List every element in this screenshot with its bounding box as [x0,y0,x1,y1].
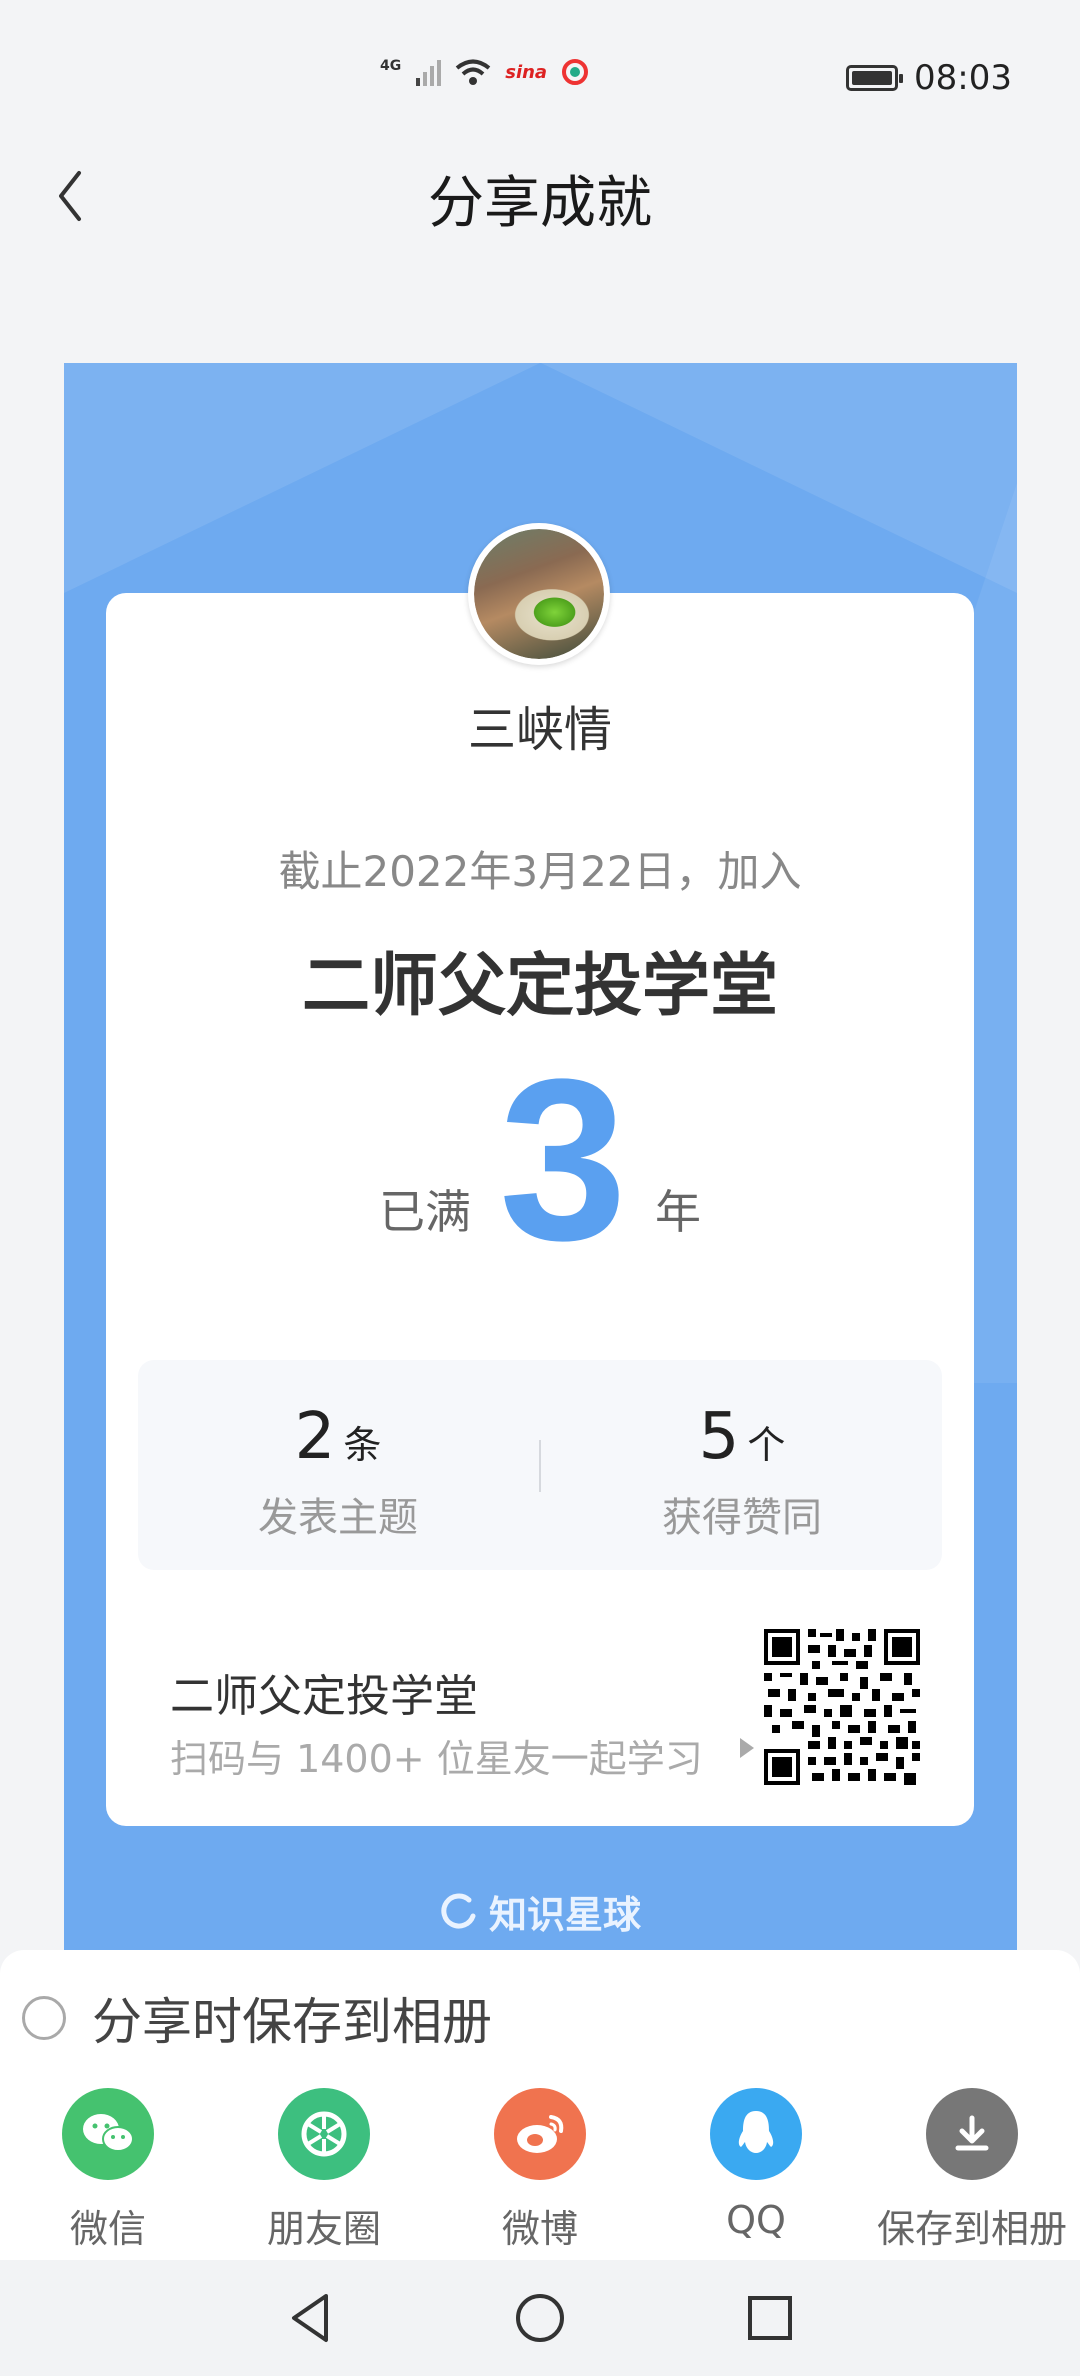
share-label: 微信 [69,2207,146,2251]
signal-icon [416,60,442,86]
wechat-icon [62,2088,154,2180]
share-sheet: 分享时保存到相册 微信 朋友圈 微博 QQ 保存到相册 [0,1950,1080,2260]
qr-code [760,1625,924,1789]
save-option-label: 分享时保存到相册 [92,1993,492,2051]
stat-label: 获得赞同 [662,1495,822,1541]
moments-icon [278,2088,370,2180]
footer-group-name: 二师父定投学堂 [170,1671,478,1722]
share-weibo[interactable]: 微博 [440,2088,640,2253]
nav-home-icon[interactable] [510,2288,570,2348]
join-date-text: 截止2022年3月22日，加入 [278,847,802,896]
share-label: 保存到相册 [876,2207,1067,2251]
save-radio[interactable] [22,1996,66,2040]
page-title: 分享成就 [428,171,652,236]
stat-value: 2 [294,1400,336,1474]
status-bar: 4G sina 08:03 [0,0,1080,120]
brand-logo: 知识星球 [0,1884,1080,1939]
download-icon [926,2088,1018,2180]
stat-value: 5 [698,1400,740,1474]
sina-icon: sina [505,61,548,83]
share-moments[interactable]: 朋友圈 [224,2088,424,2253]
share-save-album[interactable]: 保存到相册 [872,2088,1072,2253]
qq-icon [710,2088,802,2180]
share-targets: 微信 朋友圈 微博 QQ 保存到相册 [0,2088,1080,2258]
stat-divider [539,1440,541,1492]
battery-icon [846,65,904,91]
membership-years: 已满 3 年 [0,1031,1080,1288]
header: 分享成就 [0,130,1080,260]
avatar [468,523,610,665]
user-name: 三峡情 [467,702,612,758]
app-notification-icon [562,59,589,85]
stat-topics: 2 条 发表主题 [138,1360,538,1570]
stat-likes: 5 个 获得赞同 [542,1360,942,1570]
stat-label: 发表主题 [258,1495,418,1541]
status-right: 08:03 [846,58,1012,98]
arrow-right-icon [740,1738,754,1758]
weibo-icon [494,2088,586,2180]
group-name: 二师父定投学堂 [301,947,778,1026]
zsxq-logo-icon [441,1893,476,1929]
status-icons: 4G sina [380,58,589,86]
years-number: 3 [499,1031,627,1288]
stats-box: 2 条 发表主题 5 个 获得赞同 [138,1360,942,1570]
share-label: QQ [726,2198,786,2242]
nav-recents-icon[interactable] [740,2288,800,2348]
brand-name: 知识星球 [488,1893,641,1937]
system-nav-bar [0,2260,1080,2376]
years-prefix: 已满 [379,1185,472,1239]
stat-unit: 条 [343,1423,382,1467]
network-label: 4G [380,58,402,74]
share-label: 微博 [501,2207,578,2251]
save-to-album-option[interactable]: 分享时保存到相册 [22,1982,492,2054]
years-unit: 年 [654,1185,701,1239]
footer-invite-text: 扫码与 1400+ 位星友一起学习 [170,1737,703,1781]
clock: 08:03 [914,58,1012,98]
stat-unit: 个 [747,1423,786,1467]
share-label: 朋友圈 [266,2207,381,2251]
nav-back-icon[interactable] [282,2288,342,2348]
share-qq[interactable]: QQ [656,2088,856,2242]
share-wechat[interactable]: 微信 [8,2088,208,2253]
wifi-icon [455,59,491,85]
